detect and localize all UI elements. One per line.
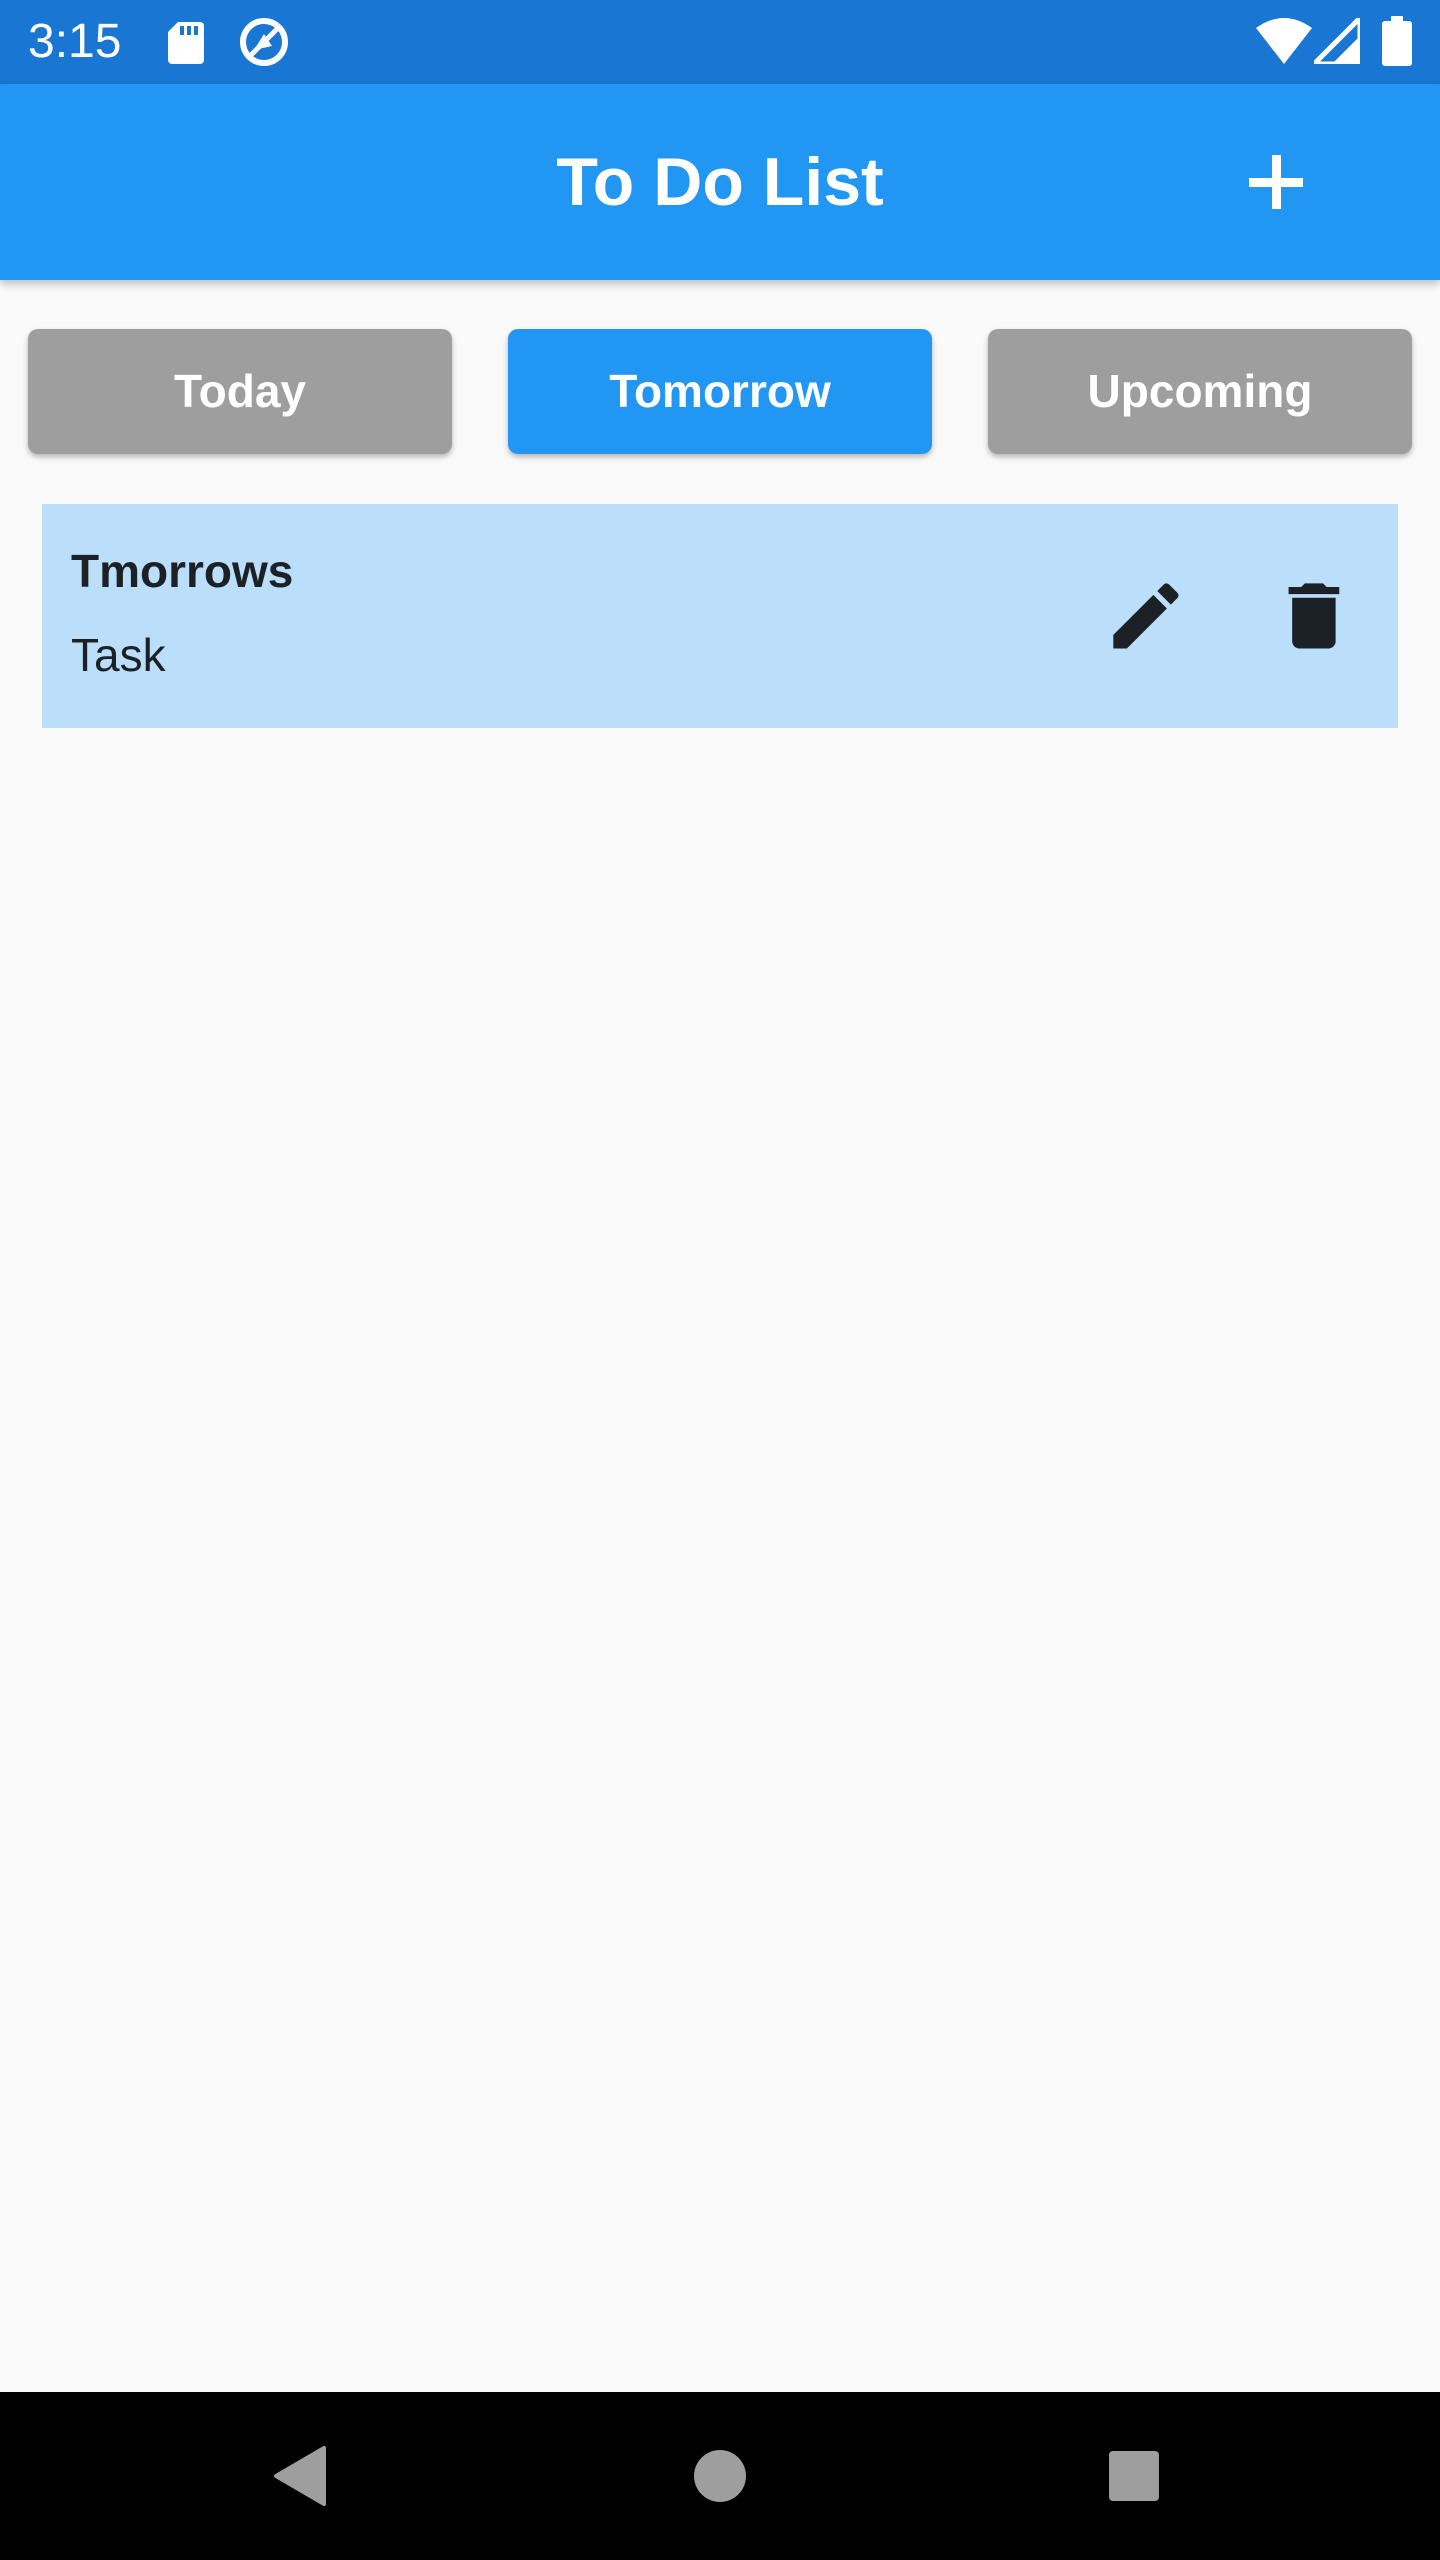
delete-task-button[interactable] (1259, 561, 1369, 671)
task-subtitle: Task (71, 629, 166, 681)
sd-card-icon (168, 22, 204, 64)
nav-home-button[interactable] (660, 2416, 780, 2536)
add-icon (1249, 155, 1303, 209)
tab-upcoming[interactable]: Upcoming (988, 329, 1412, 454)
edit-task-button[interactable] (1091, 561, 1201, 671)
tab-tomorrow[interactable]: Tomorrow (508, 329, 932, 454)
wifi-icon (1256, 18, 1312, 64)
add-task-button[interactable] (1218, 124, 1334, 240)
edit-icon (1113, 583, 1179, 649)
nav-recents-button[interactable] (1074, 2416, 1194, 2536)
status-time: 3:15 (28, 15, 122, 68)
status-bar: 3:15 (0, 0, 1440, 84)
delete-icon (1288, 583, 1340, 649)
task-list-item[interactable]: Tmorrows Task (42, 504, 1398, 728)
signal-icon (1314, 18, 1360, 64)
back-icon (274, 2446, 326, 2506)
vpn-icon (240, 18, 288, 66)
task-title: Tmorrows (71, 545, 294, 597)
app-bar: To Do List (0, 84, 1440, 280)
nav-back-button[interactable] (240, 2416, 360, 2536)
system-nav-bar (0, 2392, 1440, 2560)
tab-today[interactable]: Today (28, 329, 452, 454)
home-icon (694, 2450, 746, 2502)
recents-icon (1109, 2451, 1159, 2501)
battery-icon (1382, 16, 1412, 66)
